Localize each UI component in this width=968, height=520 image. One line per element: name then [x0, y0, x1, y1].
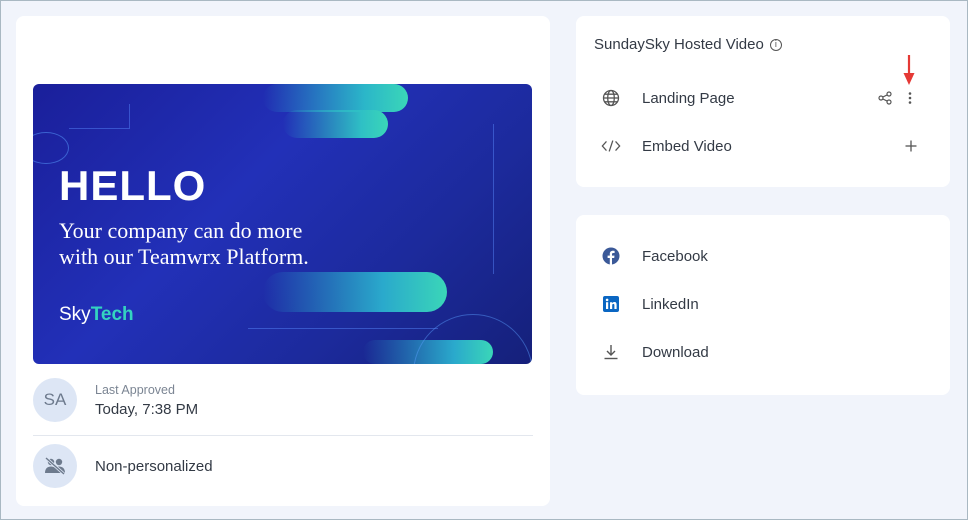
- thumbnail-tagline: Your company can do more with our Teamwr…: [59, 218, 389, 270]
- no-users-icon: [33, 444, 77, 488]
- decor-line: [129, 104, 130, 129]
- linkedin-row[interactable]: LinkedIn: [576, 284, 950, 324]
- video-preview-card: HELLO Your company can do more with our …: [16, 16, 550, 506]
- last-approved-row: SA Last Approved Today, 7:38 PM: [33, 370, 533, 430]
- linkedin-icon: [601, 294, 621, 314]
- download-icon: [601, 342, 621, 362]
- decor-pill: [263, 272, 447, 312]
- landing-page-label: Landing Page: [642, 89, 735, 107]
- facebook-label: Facebook: [642, 247, 708, 265]
- share-options-card: Facebook LinkedIn Download: [576, 215, 950, 395]
- info-icon[interactable]: i: [769, 38, 782, 51]
- logo-tech: Tech: [90, 304, 134, 325]
- hosted-video-title: SundaySky Hosted Video i: [594, 36, 782, 53]
- embed-video-row[interactable]: Embed Video: [576, 126, 950, 166]
- decor-circle: [413, 314, 532, 364]
- add-icon[interactable]: [902, 137, 920, 155]
- share-icon[interactable]: [876, 89, 894, 107]
- facebook-icon: [601, 246, 621, 266]
- personalization-row: Non-personalized: [33, 436, 533, 496]
- last-approved-value: Today, 7:38 PM: [95, 400, 199, 418]
- logo-sky: Sky: [59, 304, 91, 325]
- decor-line: [493, 124, 494, 274]
- tagline-line-1: Your company can do more: [59, 218, 303, 243]
- decor-pill: [283, 110, 388, 138]
- download-row[interactable]: Download: [576, 332, 950, 372]
- facebook-row[interactable]: Facebook: [576, 236, 950, 276]
- video-thumbnail[interactable]: HELLO Your company can do more with our …: [33, 84, 532, 364]
- skytech-logo: SkyTech: [59, 304, 134, 326]
- landing-page-row[interactable]: Landing Page: [576, 78, 950, 118]
- thumbnail-headline: HELLO: [59, 162, 207, 209]
- hosted-video-card: SundaySky Hosted Video i Landing Page Em…: [576, 16, 950, 187]
- last-approved-label: Last Approved: [95, 382, 175, 397]
- decor-pill: [263, 84, 408, 112]
- more-options-icon[interactable]: [901, 89, 919, 107]
- hosted-video-title-text: SundaySky Hosted Video: [594, 36, 764, 53]
- globe-icon: [601, 88, 621, 108]
- tagline-line-2: with our Teamwrx Platform.: [59, 244, 309, 269]
- embed-video-label: Embed Video: [642, 137, 732, 155]
- avatar: SA: [33, 378, 77, 422]
- linkedin-label: LinkedIn: [642, 295, 699, 313]
- decor-circle: [33, 132, 69, 164]
- code-icon: [601, 136, 621, 156]
- personalization-label: Non-personalized: [95, 457, 213, 475]
- decor-line: [69, 128, 129, 129]
- decor-line: [248, 328, 438, 329]
- download-label: Download: [642, 343, 709, 361]
